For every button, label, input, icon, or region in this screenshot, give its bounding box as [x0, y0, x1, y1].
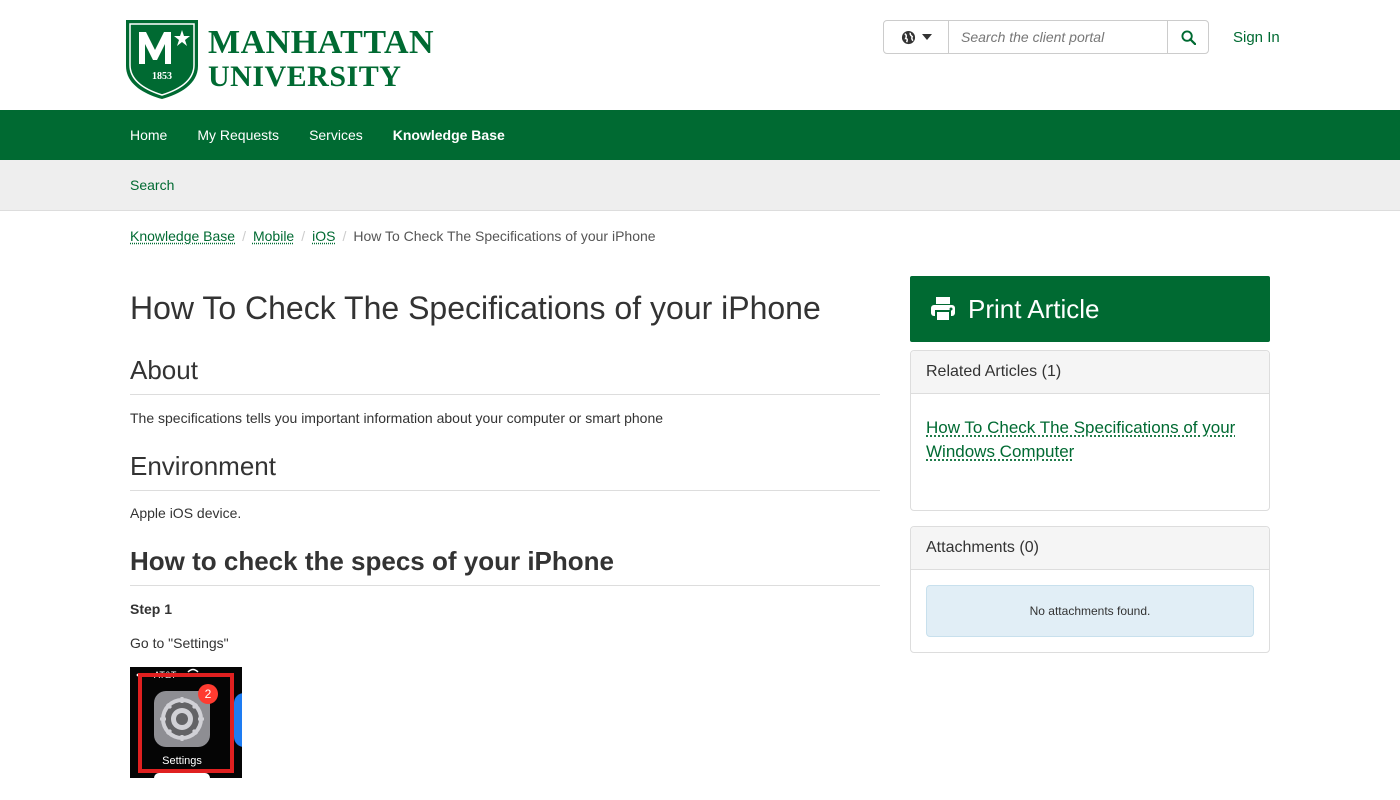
search-icon [1180, 29, 1196, 45]
environment-text: Apple iOS device. [130, 505, 242, 521]
no-attachments-message: No attachments found. [926, 585, 1254, 637]
environment-heading: Environment [130, 450, 880, 491]
shield-emblem: 1853 [126, 20, 198, 99]
step-label: Step 1 [130, 601, 173, 617]
university-logo[interactable]: 1853 MANHATTAN UNIVERSITY [124, 18, 434, 100]
sub-navigation: Search [0, 160, 1400, 211]
related-articles-panel: Related Articles (1) How To Check The Sp… [910, 350, 1270, 511]
university-wordmark: MANHATTAN UNIVERSITY [208, 26, 434, 92]
search-input[interactable] [949, 20, 1167, 54]
breadcrumb-ios[interactable]: iOS [312, 228, 335, 244]
related-article-link[interactable]: How To Check The Specifications of your … [926, 418, 1235, 461]
breadcrumb-separator: / [301, 228, 306, 244]
nav-item-my-requests[interactable]: My Requests [197, 127, 279, 143]
shield-year: 1853 [152, 71, 172, 82]
nav-item-services[interactable]: Services [309, 127, 363, 143]
printer-icon [931, 297, 955, 322]
article-title: How To Check The Specifications of your … [130, 290, 821, 326]
settings-screenshot: AT&T 2 Settings [130, 667, 242, 778]
step-text: Go to "Settings" [130, 635, 229, 651]
wordmark-line-2: UNIVERSITY [208, 60, 402, 93]
nav-item-home[interactable]: Home [130, 127, 167, 143]
attachments-heading: Attachments (0) [911, 527, 1269, 570]
breadcrumb-separator: / [242, 228, 246, 244]
portal-search [883, 20, 1209, 54]
attachments-panel: Attachments (0) No attachments found. [910, 526, 1270, 653]
breadcrumb-knowledge-base[interactable]: Knowledge Base [130, 228, 235, 244]
related-articles-heading: Related Articles (1) [911, 351, 1269, 394]
screenshot-badge: 2 [205, 687, 212, 701]
subnav-search-link[interactable]: Search [130, 177, 174, 193]
howto-heading: How to check the specs of your iPhone [130, 545, 880, 586]
breadcrumb: Knowledge Base / Mobile / iOS / How To C… [130, 228, 656, 244]
search-button[interactable] [1167, 20, 1209, 54]
about-heading: About [130, 354, 880, 395]
wordmark-line-1: MANHATTAN [208, 24, 435, 61]
nav-item-knowledge-base[interactable]: Knowledge Base [393, 127, 505, 143]
breadcrumb-current: How To Check The Specifications of your … [353, 228, 656, 244]
globe-icon [901, 30, 915, 44]
caret-down-icon [921, 34, 932, 40]
site-header: 1853 MANHATTAN UNIVERSITY Sign In [0, 0, 1400, 110]
screenshot-app-label: Settings [162, 755, 202, 767]
sign-in-link[interactable]: Sign In [1233, 29, 1280, 46]
breadcrumb-separator: / [342, 228, 347, 244]
language-select-button[interactable] [883, 20, 949, 54]
print-article-button[interactable]: Print Article [910, 276, 1270, 342]
main-navigation: Home My Requests Services Knowledge Base [0, 110, 1400, 160]
breadcrumb-mobile[interactable]: Mobile [253, 228, 294, 244]
print-article-label: Print Article [968, 293, 1100, 324]
about-text: The specifications tells you important i… [130, 410, 664, 426]
article-body: How To Check The Specifications of your … [130, 276, 880, 778]
